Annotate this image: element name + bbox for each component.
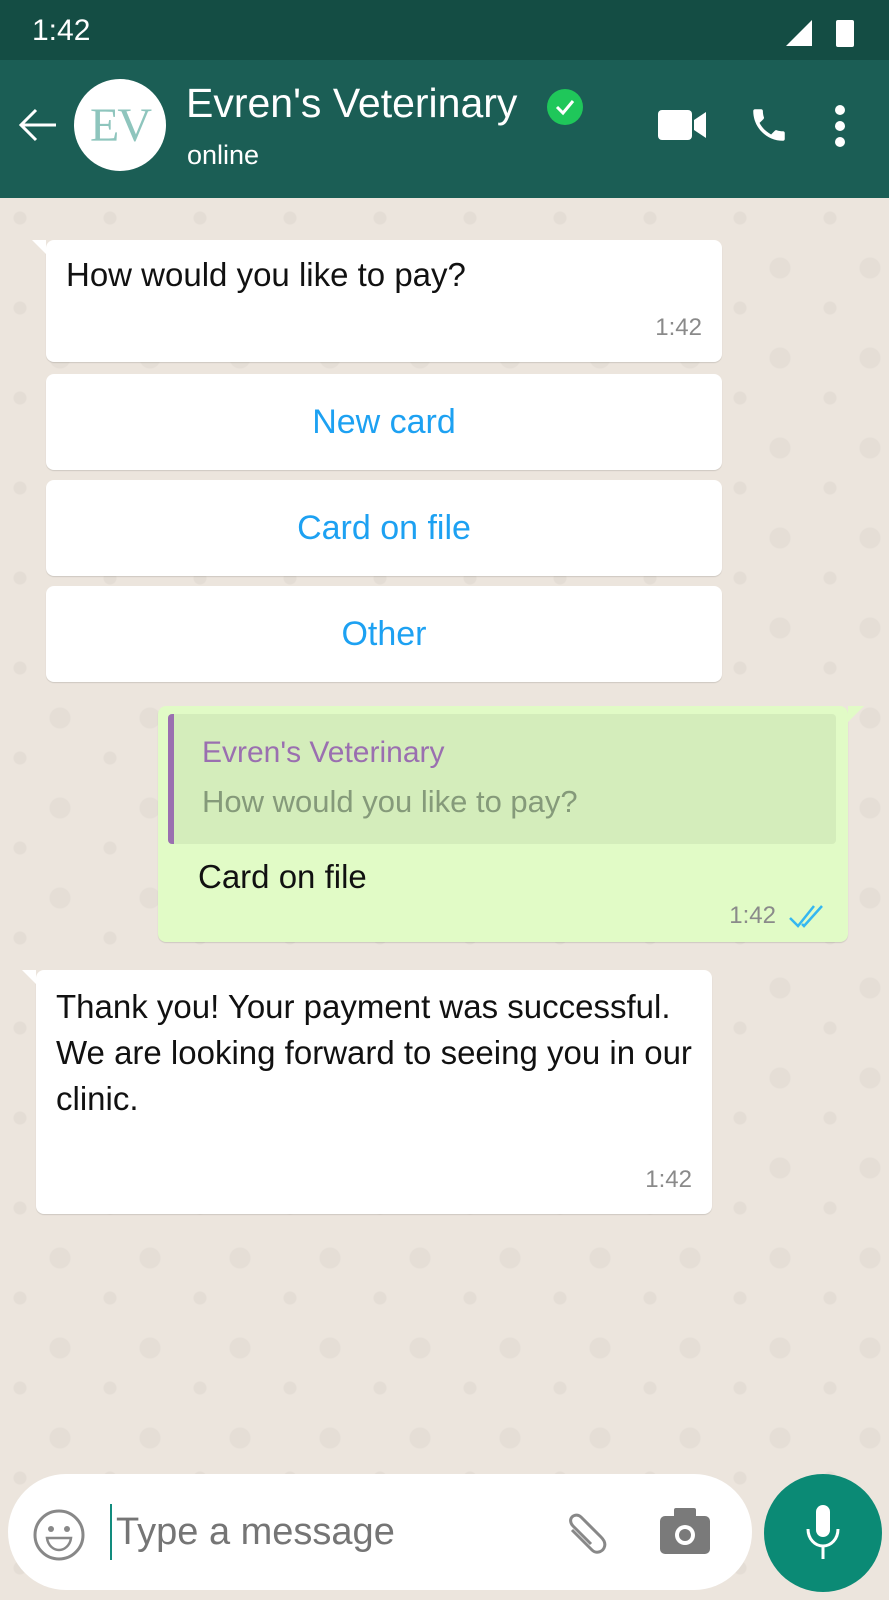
message-time: 1:42	[729, 902, 776, 929]
avatar[interactable]: EV	[74, 79, 166, 171]
video-call-icon[interactable]	[656, 104, 708, 144]
contact-name[interactable]: Evren's Veterinary	[186, 80, 517, 127]
status-bar: 1:42	[0, 0, 889, 60]
voice-call-icon[interactable]	[748, 104, 790, 146]
verified-badge-icon	[547, 89, 583, 125]
quick-reply-other[interactable]: Other	[46, 586, 722, 682]
battery-icon	[836, 20, 854, 47]
message-time: 1:42	[655, 314, 702, 341]
chat-header: EV Evren's Veterinary online	[0, 60, 889, 198]
attach-icon[interactable]	[558, 1508, 612, 1562]
message-incoming: Thank you! Your payment was successful. …	[22, 970, 712, 1214]
message-text: Card on file	[198, 858, 367, 895]
voice-record-button[interactable]	[764, 1474, 882, 1592]
microphone-icon	[806, 1505, 840, 1559]
contact-status: online	[187, 140, 260, 170]
emoji-icon[interactable]	[32, 1508, 86, 1562]
message-text: Thank you! Your payment was successful. …	[56, 988, 692, 1117]
quick-reply-card-on-file[interactable]: Card on file	[46, 480, 722, 576]
message-input[interactable]	[110, 1504, 530, 1560]
quote-text: How would you like to pay?	[202, 784, 578, 819]
back-arrow-icon[interactable]	[16, 100, 60, 150]
quoted-message[interactable]: Evren's Veterinary How would you like to…	[168, 714, 836, 844]
message-outgoing: Evren's Veterinary How would you like to…	[158, 706, 864, 942]
status-time: 1:42	[32, 14, 91, 47]
more-options-icon[interactable]	[832, 104, 848, 148]
message-time: 1:42	[645, 1166, 692, 1193]
read-receipt-icon	[789, 905, 823, 928]
camera-icon[interactable]	[658, 1506, 712, 1556]
message-text: How would you like to pay?	[66, 256, 466, 293]
message-composer	[8, 1474, 752, 1590]
quick-reply-new-card[interactable]: New card	[46, 374, 722, 470]
signal-icon	[786, 20, 812, 46]
chat-area[interactable]: How would you like to pay? 1:42 New card…	[0, 198, 889, 1600]
message-incoming: How would you like to pay? 1:42	[32, 240, 722, 362]
quote-author: Evren's Veterinary	[202, 736, 445, 769]
